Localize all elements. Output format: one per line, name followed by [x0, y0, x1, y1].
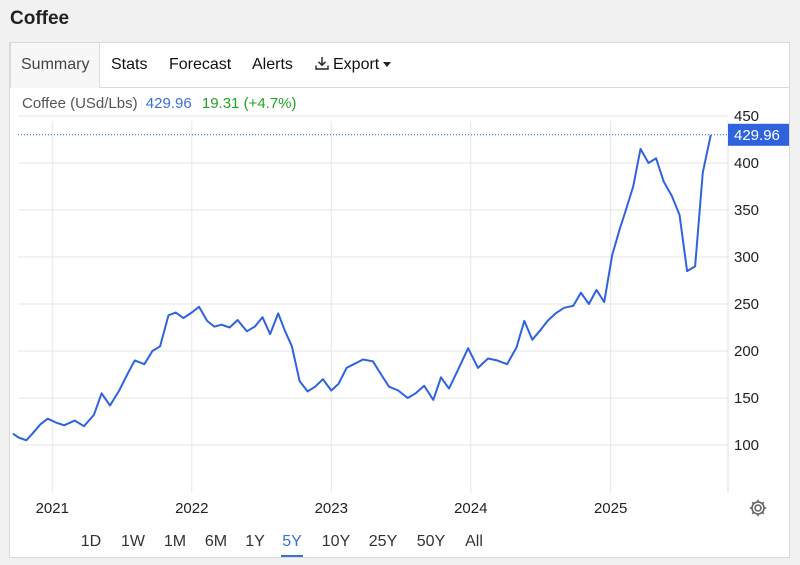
x-tick-label: 2023	[315, 500, 348, 517]
range-1y[interactable]: 1Y	[244, 529, 266, 555]
range-5y[interactable]: 5Y	[281, 529, 303, 557]
range-1m[interactable]: 1M	[162, 529, 188, 555]
range-25y[interactable]: 25Y	[367, 529, 399, 555]
y-tick-label: 250	[734, 296, 759, 313]
range-10y[interactable]: 10Y	[320, 529, 352, 555]
range-selector: 1D 1W 1M 6M 1Y 5Y 10Y 25Y 50Y All	[10, 521, 789, 557]
gear-icon[interactable]	[748, 498, 768, 518]
x-tick-label: 2022	[175, 500, 208, 517]
range-all[interactable]: All	[462, 529, 486, 555]
y-tick-label: 100	[734, 437, 759, 454]
y-tick-label: 150	[734, 390, 759, 407]
chart-panel: Summary Stats Forecast Alerts Export Cof…	[9, 42, 790, 558]
y-tick-label: 450	[734, 108, 759, 125]
y-tick-label: 200	[734, 343, 759, 360]
range-1d[interactable]: 1D	[80, 529, 102, 555]
x-tick-label: 2025	[594, 500, 627, 517]
price-chart[interactable]: 100 150 200 250 300 350 400 450 2021 2022 2023 2024…	[10, 43, 789, 521]
last-price-label: 429.96	[734, 127, 780, 144]
series-line	[12, 134, 712, 442]
y-tick-label: 350	[734, 202, 759, 219]
y-tick-label: 400	[734, 155, 759, 172]
x-tick-label: 2024	[454, 500, 487, 517]
range-6m[interactable]: 6M	[203, 529, 229, 555]
range-50y[interactable]: 50Y	[415, 529, 447, 555]
page-title: Coffee	[10, 8, 70, 29]
range-1w[interactable]: 1W	[120, 529, 146, 555]
y-tick-label: 300	[734, 249, 759, 266]
x-tick-label: 2021	[36, 500, 69, 517]
